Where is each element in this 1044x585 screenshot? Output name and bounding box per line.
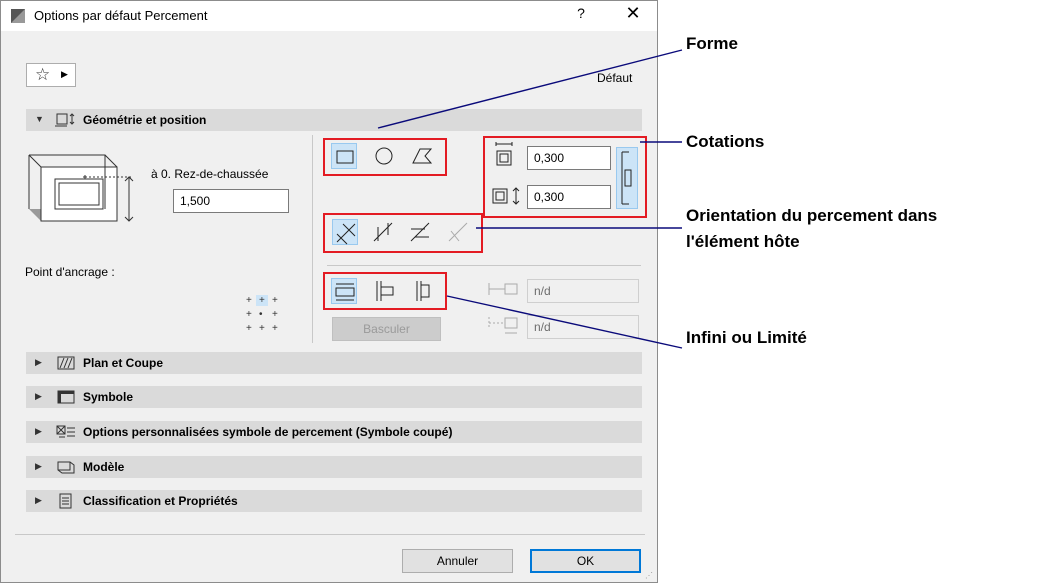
annotation-orientation-line1: Orientation du percement dans bbox=[686, 206, 938, 225]
annotation-infini: Infini ou Limité bbox=[686, 328, 807, 347]
annotation-orientation-line2: l'élément hôte bbox=[686, 232, 800, 251]
annotation-cotations: Cotations bbox=[686, 132, 765, 151]
annotation-forme: Forme bbox=[686, 34, 738, 53]
annotation-lines bbox=[377, 49, 683, 349]
